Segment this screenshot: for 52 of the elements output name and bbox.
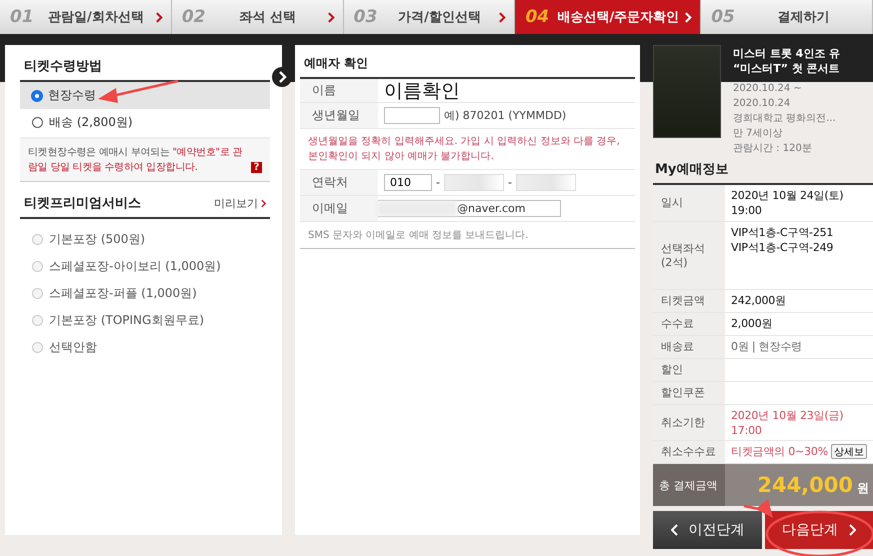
chevron-left-icon xyxy=(670,524,678,536)
total-label: 총 결제금액 xyxy=(653,464,725,506)
dash-text: - xyxy=(436,176,440,189)
row-value: VIP석1층-C구역-251 VIP석1층-C구역-249 xyxy=(731,225,834,255)
row-label: 취소수수료 xyxy=(653,441,725,463)
phone-field[interactable]: 010 xyxy=(384,174,432,191)
details-button[interactable]: 상세보 xyxy=(830,444,867,459)
row-value: 242,000원 xyxy=(731,293,786,308)
row-value: 0원 | 현장수령 xyxy=(731,339,802,354)
field-label: 이메일 xyxy=(300,196,378,221)
info-text: SMS 문자와 이메일로 예매 정보를 보내드립니다. xyxy=(300,222,635,249)
total-amount: 244,000 xyxy=(757,473,853,497)
row-label: 일시 xyxy=(653,185,725,221)
row-label: 할인 xyxy=(653,359,725,381)
redacted-phone-field[interactable] xyxy=(444,174,504,191)
name-text: 이름확인 xyxy=(384,80,460,100)
show-details: 2020.10.24 ~ 2020.10.24 경희대학교 평화의전... 만 7세이상 관람시간 : 120분 xyxy=(733,82,837,156)
row-label: 배송료 xyxy=(653,336,725,358)
chevron-icon xyxy=(499,12,506,22)
notice-text: 티켓현장수령은 예매시 부여되는 "예약번호"로 관람일 당일 티켓을 수령하여 입장합니다. xyxy=(28,146,244,175)
dash-text: - xyxy=(508,176,512,189)
email-field[interactable]: @naver.com xyxy=(376,200,561,217)
chevron-icon xyxy=(328,12,335,22)
row-value: 2020년 10월 23일(금) 17:00 xyxy=(731,408,844,438)
field-label: 이름 xyxy=(300,79,378,102)
field-label: 연락처 xyxy=(300,170,378,195)
birthdate-field[interactable] xyxy=(384,107,440,124)
previous-step-button[interactable]: 이전단계 xyxy=(653,511,762,549)
row-label: 수수료 xyxy=(653,313,725,335)
row-label: 티켓금액 xyxy=(653,290,725,312)
chevron-icon xyxy=(261,198,266,208)
annotation-arrow xyxy=(744,499,773,518)
chevron-icon xyxy=(156,12,163,22)
section-title: 티켓프리미엄서비스 xyxy=(24,195,141,212)
format-hint: 예) 870201 (YYMMDD) xyxy=(444,108,566,123)
row-label: 선택좌석 (2석) xyxy=(653,222,725,289)
radio-option[interactable]: 배송 (2,800원) xyxy=(20,109,270,136)
row-label: 할인쿠폰 xyxy=(653,382,725,404)
preview-link[interactable]: 미리보기 xyxy=(214,196,266,210)
chevron-circle-icon[interactable] xyxy=(272,67,292,87)
radio-option[interactable]: 현장수령 xyxy=(20,82,270,109)
currency-unit: 원 xyxy=(857,480,869,496)
redacted-phone-field[interactable] xyxy=(516,174,576,191)
help-icon[interactable]: ? xyxy=(251,162,262,173)
row-value: 티켓금액의 0~30% xyxy=(731,444,828,459)
chevron-right-icon xyxy=(848,524,856,536)
row-value: 2,000원 xyxy=(731,316,772,331)
row-label: 취소기한 xyxy=(653,405,725,440)
field-label: 생년월일 xyxy=(300,103,378,128)
chevron-icon xyxy=(685,12,692,22)
show-title: 미스터 트롯 4인조 유 “미스터T” 첫 콘서트 xyxy=(733,46,840,75)
row-value: 2020년 10월 24일(토) 19:00 xyxy=(731,188,844,218)
